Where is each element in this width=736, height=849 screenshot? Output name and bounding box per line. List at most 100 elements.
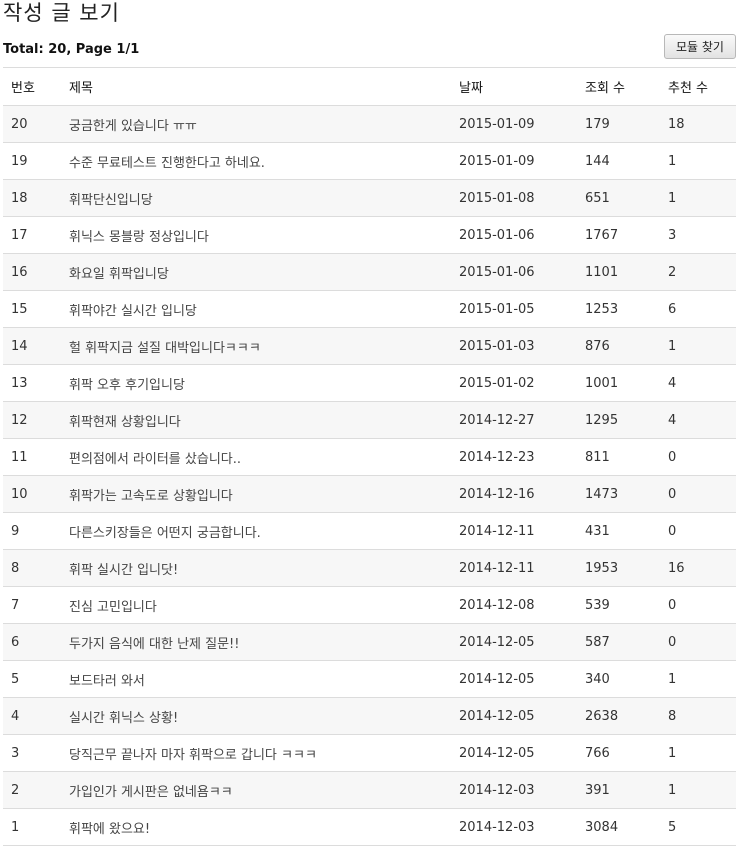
post-title-link[interactable]: 헐 휘팍지금 설질 대박입니다ㅋㅋㅋ (69, 327, 459, 365)
table-row: 12 휘팍현재 상황입니다 2014-12-27 1295 4 (3, 401, 736, 439)
table-row: 10 휘팍가는 고속도로 상황입니다 2014-12-16 1473 0 (3, 475, 736, 513)
table-row: 13 휘팍 오후 후기입니당 2015-01-02 1001 4 (3, 364, 736, 402)
find-module-button[interactable]: 모듈 찾기 (664, 34, 736, 59)
post-recommend-count: 3 (668, 216, 736, 254)
post-recommend-count: 2 (668, 253, 736, 291)
table-row: 4 실시간 휘닉스 상황! 2014-12-05 2638 8 (3, 697, 736, 735)
post-title-link[interactable]: 휘팍야간 실시간 입니당 (69, 290, 459, 328)
post-date: 2014-12-03 (459, 771, 585, 809)
post-number: 5 (3, 660, 69, 698)
post-number: 6 (3, 623, 69, 661)
post-recommend-count: 1 (668, 142, 736, 180)
post-views: 1767 (585, 216, 668, 254)
post-title-link[interactable]: 편의점에서 라이터를 샀습니다.. (69, 438, 459, 476)
post-date: 2014-12-27 (459, 401, 585, 439)
post-recommend-count: 1 (668, 179, 736, 217)
post-title-link[interactable]: 당직근무 끝나자 마자 휘팍으로 갑니다 ㅋㅋㅋ (69, 734, 459, 772)
post-title-link[interactable]: 휘팍단신입니당 (69, 179, 459, 217)
post-views: 1253 (585, 290, 668, 328)
post-date: 2015-01-06 (459, 253, 585, 291)
post-recommend-count: 1 (668, 327, 736, 365)
table-row: 1 휘팍에 왔으요! 2014-12-03 3084 5 (3, 808, 736, 846)
column-header-title[interactable]: 제목 (69, 67, 459, 106)
post-views: 1295 (585, 401, 668, 439)
post-number: 7 (3, 586, 69, 624)
post-date: 2014-12-08 (459, 586, 585, 624)
column-header-date[interactable]: 날짜 (459, 67, 585, 106)
post-date: 2015-01-06 (459, 216, 585, 254)
post-number: 19 (3, 142, 69, 180)
post-title-link[interactable]: 화요일 휘팍입니당 (69, 253, 459, 291)
post-title-link[interactable]: 보드타러 와서 (69, 660, 459, 698)
post-views: 1001 (585, 364, 668, 402)
post-title-link[interactable]: 진심 고민입니다 (69, 586, 459, 624)
post-views: 811 (585, 438, 668, 476)
post-views: 391 (585, 771, 668, 809)
post-title-link[interactable]: 다른스키장들은 어떤지 궁금합니다. (69, 512, 459, 550)
post-number: 4 (3, 697, 69, 735)
post-date: 2015-01-05 (459, 290, 585, 328)
post-number: 3 (3, 734, 69, 772)
table-row: 3 당직근무 끝나자 마자 휘팍으로 갑니다 ㅋㅋㅋ 2014-12-05 766 1 (3, 734, 736, 772)
table-row: 19 수준 무료테스트 진행한다고 하네요. 2015-01-09 144 1 (3, 142, 736, 180)
post-date: 2014-12-05 (459, 623, 585, 661)
post-recommend-count: 0 (668, 475, 736, 513)
column-header-number[interactable]: 번호 (3, 67, 69, 106)
table-row: 15 휘팍야간 실시간 입니당 2015-01-05 1253 6 (3, 290, 736, 328)
post-recommend-count: 0 (668, 623, 736, 661)
post-number: 14 (3, 327, 69, 365)
post-views: 431 (585, 512, 668, 550)
post-title-link[interactable]: 두가지 음식에 대한 난제 질문!! (69, 623, 459, 661)
post-number: 17 (3, 216, 69, 254)
page-title: 작성 글 보기 (3, 1, 120, 25)
table-row: 14 헐 휘팍지금 설질 대박입니다ㅋㅋㅋ 2015-01-03 876 1 (3, 327, 736, 365)
post-recommend-count: 4 (668, 401, 736, 439)
post-recommend-count: 1 (668, 734, 736, 772)
post-date: 2015-01-02 (459, 364, 585, 402)
post-date: 2014-12-16 (459, 475, 585, 513)
post-views: 1953 (585, 549, 668, 587)
post-views: 2638 (585, 697, 668, 735)
post-recommend-count: 4 (668, 364, 736, 402)
post-views: 1101 (585, 253, 668, 291)
table-row: 8 휘팍 실시간 입니닷! 2014-12-11 1953 16 (3, 549, 736, 587)
table-row: 20 궁금한게 있습니다 ㅠㅠ 2015-01-09 179 18 (3, 105, 736, 143)
post-title-link[interactable]: 가입인가 게시판은 없네욤ㅋㅋ (69, 771, 459, 809)
post-views: 340 (585, 660, 668, 698)
post-number: 18 (3, 179, 69, 217)
post-number: 12 (3, 401, 69, 439)
post-number: 1 (3, 808, 69, 846)
total-count: Total: 20, Page 1/1 (3, 42, 140, 57)
post-title-link[interactable]: 휘닉스 몽블랑 정상입니다 (69, 216, 459, 254)
column-header-views[interactable]: 조회 수 (585, 67, 668, 106)
post-number: 13 (3, 364, 69, 402)
post-date: 2014-12-11 (459, 512, 585, 550)
post-title-link[interactable]: 수준 무료테스트 진행한다고 하네요. (69, 142, 459, 180)
post-recommend-count: 0 (668, 586, 736, 624)
post-views: 587 (585, 623, 668, 661)
post-title-link[interactable]: 휘팍 실시간 입니닷! (69, 549, 459, 587)
post-title-link[interactable]: 실시간 휘닉스 상황! (69, 697, 459, 735)
post-title-link[interactable]: 휘팍 오후 후기입니당 (69, 364, 459, 402)
post-title-link[interactable]: 휘팍현재 상황입니다 (69, 401, 459, 439)
table-row: 9 다른스키장들은 어떤지 궁금합니다. 2014-12-11 431 0 (3, 512, 736, 550)
post-number: 10 (3, 475, 69, 513)
post-title-link[interactable]: 휘팍가는 고속도로 상황입니다 (69, 475, 459, 513)
post-title-link[interactable]: 궁금한게 있습니다 ㅠㅠ (69, 105, 459, 143)
post-recommend-count: 6 (668, 290, 736, 328)
table-row: 18 휘팍단신입니당 2015-01-08 651 1 (3, 179, 736, 217)
post-title-link[interactable]: 휘팍에 왔으요! (69, 808, 459, 846)
post-number: 20 (3, 105, 69, 143)
table-body: 20 궁금한게 있습니다 ㅠㅠ 2015-01-09 179 18 19 수준 무료테스트 … (3, 105, 736, 846)
post-number: 8 (3, 549, 69, 587)
table-header-row: 번호 제목 날짜 조회 수 추천 수 (3, 67, 736, 106)
table-row: 16 화요일 휘팍입니당 2015-01-06 1101 2 (3, 253, 736, 291)
table-row: 2 가입인가 게시판은 없네욤ㅋㅋ 2014-12-03 391 1 (3, 771, 736, 809)
table-row: 6 두가지 음식에 대한 난제 질문!! 2014-12-05 587 0 (3, 623, 736, 661)
table-row: 7 진심 고민입니다 2014-12-08 539 0 (3, 586, 736, 624)
post-number: 9 (3, 512, 69, 550)
post-date: 2015-01-09 (459, 142, 585, 180)
post-views: 651 (585, 179, 668, 217)
post-views: 876 (585, 327, 668, 365)
column-header-recommend[interactable]: 추천 수 (668, 67, 736, 106)
